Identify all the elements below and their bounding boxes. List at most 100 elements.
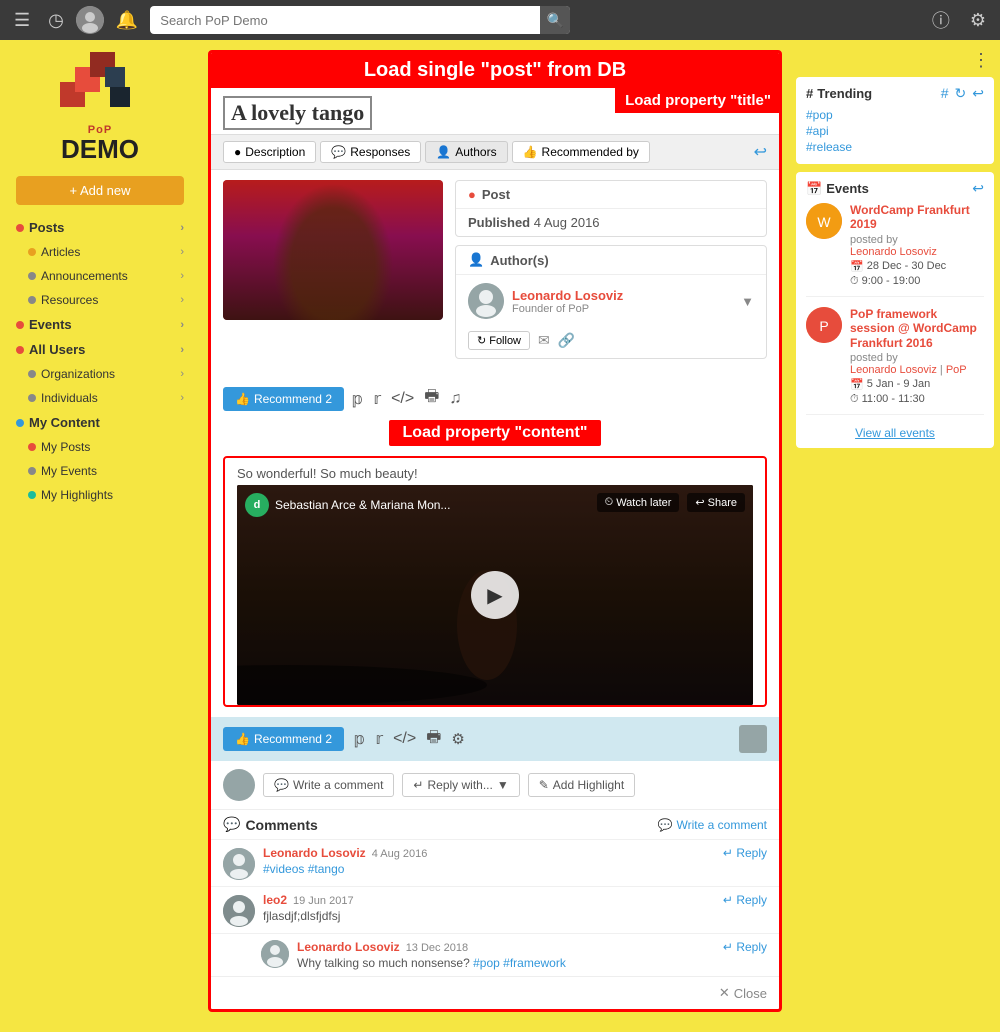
link-icon[interactable]: 🔗 bbox=[558, 332, 575, 349]
facebook-icon[interactable]: 𝕡 bbox=[352, 389, 363, 409]
search-button[interactable]: 🔍 bbox=[540, 6, 570, 34]
recommend-label: Recommend 2 bbox=[254, 392, 332, 406]
event-author-link[interactable]: Leonardo Losoviz bbox=[850, 364, 937, 376]
nested-reply-button[interactable]: ↵ Reply bbox=[723, 940, 767, 954]
trending-tag-release[interactable]: #release bbox=[806, 140, 984, 154]
share-arrow-icon: ↩ bbox=[695, 496, 704, 509]
history-icon[interactable]: ◷ bbox=[42, 6, 70, 35]
event-author-link[interactable]: Leonardo Losoviz bbox=[850, 246, 937, 258]
comment-meta: Leonardo Losoviz 4 Aug 2016 ↵ Reply bbox=[263, 846, 767, 860]
twitter-icon[interactable]: 𝕣 bbox=[373, 389, 381, 409]
dropdown-icon: ▼ bbox=[497, 778, 509, 792]
code-icon-bottom[interactable]: </> bbox=[393, 730, 416, 748]
settings-icon[interactable]: ⚙ bbox=[964, 6, 992, 35]
print-icon-bottom[interactable]: 🖶 bbox=[426, 726, 441, 753]
video-title-bar: d Sebastian Arce & Mariana Mon... bbox=[245, 493, 450, 517]
chevron-right-icon: › bbox=[180, 368, 184, 380]
posted-by-text: posted by bbox=[850, 352, 898, 364]
sidebar-item-articles[interactable]: Articles › bbox=[0, 240, 200, 264]
write-comment-label: Write a comment bbox=[293, 778, 383, 792]
follow-button[interactable]: ↻ Follow bbox=[468, 331, 530, 350]
recommend-button[interactable]: 👍 Recommend 2 bbox=[223, 387, 344, 411]
sidebar-item-my-events[interactable]: My Events bbox=[0, 459, 200, 483]
video-play-button[interactable]: ▶ bbox=[471, 571, 519, 619]
event-org-link[interactable]: PoP bbox=[946, 364, 967, 376]
share-icon[interactable]: ↩ bbox=[754, 142, 767, 162]
bell-icon[interactable]: 🔔 bbox=[110, 6, 144, 35]
comment-user-name[interactable]: Leonardo Losoviz bbox=[263, 846, 366, 860]
post-type-card: ● Post Published 4 Aug 2016 bbox=[455, 180, 767, 237]
share-video-button[interactable]: ↩ Share bbox=[687, 493, 745, 512]
facebook-icon-bottom[interactable]: 𝕡 bbox=[354, 729, 365, 749]
author-row: Leonardo Losoviz Founder of PoP ▼ bbox=[456, 275, 766, 327]
user-avatar[interactable] bbox=[76, 6, 104, 34]
author-avatar bbox=[468, 283, 504, 319]
reply-button[interactable]: ↵ Reply bbox=[723, 893, 767, 907]
sidebar-item-posts[interactable]: Posts › bbox=[0, 215, 200, 240]
video-embed[interactable]: d Sebastian Arce & Mariana Mon... ⏲ Watc… bbox=[237, 485, 753, 705]
tab-authors[interactable]: 👤 Authors bbox=[425, 141, 507, 163]
comments-title: 💬 Comments bbox=[223, 816, 318, 833]
comment-meta: leo2 19 Jun 2017 ↵ Reply bbox=[263, 893, 767, 907]
tab-responses[interactable]: 💬 Responses bbox=[320, 141, 421, 163]
author-info: Leonardo Losoviz Founder of PoP bbox=[504, 288, 741, 315]
trending-refresh-icon[interactable]: ↻ bbox=[955, 85, 967, 102]
bottom-recommend-button[interactable]: 👍 Recommend 2 bbox=[223, 727, 344, 751]
tab-description[interactable]: ● Description bbox=[223, 141, 316, 163]
comment-content: Leonardo Losoviz 4 Aug 2016 ↵ Reply #vid… bbox=[263, 846, 767, 880]
sidebar-item-my-content[interactable]: My Content bbox=[0, 410, 200, 435]
menu-icon[interactable]: ☰ bbox=[8, 6, 36, 35]
trending-hash-icon[interactable]: # bbox=[941, 85, 949, 102]
sidebar-resources-label: Resources bbox=[41, 293, 98, 307]
author-role: Founder of PoP bbox=[512, 303, 733, 315]
reply-with-label: Reply with... bbox=[427, 778, 492, 792]
reply-icon: ↵ bbox=[413, 778, 423, 792]
sidebar-item-announcements[interactable]: Announcements › bbox=[0, 264, 200, 288]
panel-options-button[interactable]: ⋮ bbox=[968, 48, 994, 73]
add-highlight-button[interactable]: ✎ Add Highlight bbox=[528, 773, 635, 797]
bottom-social-icons: 𝕡 𝕣 </> 🖶 ⚙ bbox=[354, 726, 465, 753]
write-comment-link[interactable]: 💬 Write a comment bbox=[658, 818, 767, 832]
write-comment-button[interactable]: 💬 Write a comment bbox=[263, 773, 394, 797]
message-icon[interactable]: ✉ bbox=[538, 332, 550, 349]
trending-tag-pop[interactable]: #pop bbox=[806, 108, 984, 122]
logo-demo-text: DEMO bbox=[61, 136, 139, 162]
reply-button[interactable]: ↵ Reply bbox=[723, 846, 767, 860]
twitter-icon-bottom[interactable]: 𝕣 bbox=[375, 729, 383, 749]
content-annotation-banner: Load property "content" bbox=[389, 420, 602, 446]
search-input[interactable] bbox=[150, 6, 570, 34]
event-name[interactable]: PoP framework session @ WordCamp Frankfu… bbox=[850, 307, 984, 350]
sidebar-item-resources[interactable]: Resources › bbox=[0, 288, 200, 312]
comment-user-name[interactable]: leo2 bbox=[263, 893, 287, 907]
watch-later-button[interactable]: ⏲ Watch later bbox=[597, 493, 680, 512]
chevron-right-icon: › bbox=[180, 246, 184, 258]
video-channel-avatar: d bbox=[245, 493, 269, 517]
view-all-link[interactable]: View all events bbox=[855, 426, 935, 440]
sidebar-mycontent-label: My Content bbox=[29, 415, 100, 430]
event-name[interactable]: WordCamp Frankfurt 2019 bbox=[850, 203, 984, 232]
settings-icon-bottom[interactable]: ⚙ bbox=[451, 730, 464, 748]
code-icon[interactable]: </> bbox=[391, 390, 414, 408]
sidebar-item-my-posts[interactable]: My Posts bbox=[0, 435, 200, 459]
sidebar-item-events[interactable]: Events › bbox=[0, 312, 200, 337]
expand-author-icon[interactable]: ▼ bbox=[741, 294, 754, 309]
nested-comment-user-name[interactable]: Leonardo Losoviz bbox=[297, 940, 400, 954]
print-icon[interactable]: 🖶 bbox=[424, 385, 439, 412]
sidebar-item-individuals[interactable]: Individuals › bbox=[0, 386, 200, 410]
add-new-button[interactable]: + Add new bbox=[16, 176, 184, 205]
events-share-icon[interactable]: ↩ bbox=[972, 180, 984, 197]
info-icon[interactable]: ⓘ bbox=[926, 3, 956, 37]
music-icon[interactable]: ♫ bbox=[449, 390, 461, 408]
author-name[interactable]: Leonardo Losoviz bbox=[512, 288, 733, 303]
view-all-events: View all events bbox=[806, 425, 984, 440]
trending-tag-api[interactable]: #api bbox=[806, 124, 984, 138]
reply-with-button[interactable]: ↵ Reply with... ▼ bbox=[402, 773, 519, 797]
sidebar-item-my-highlights[interactable]: My Highlights bbox=[0, 483, 200, 507]
social-icons: 𝕡 𝕣 </> 🖶 ♫ bbox=[352, 385, 461, 412]
sidebar-item-organizations[interactable]: Organizations › bbox=[0, 362, 200, 386]
trending-share-icon[interactable]: ↩ bbox=[972, 85, 984, 102]
right-panel: ⋮ # Trending # ↻ ↩ #pop #api #release bbox=[790, 40, 1000, 1032]
close-button[interactable]: ✕ Close bbox=[719, 985, 767, 1001]
sidebar-item-all-users[interactable]: All Users › bbox=[0, 337, 200, 362]
tab-recommended-by[interactable]: 👍 Recommended by bbox=[512, 141, 650, 163]
